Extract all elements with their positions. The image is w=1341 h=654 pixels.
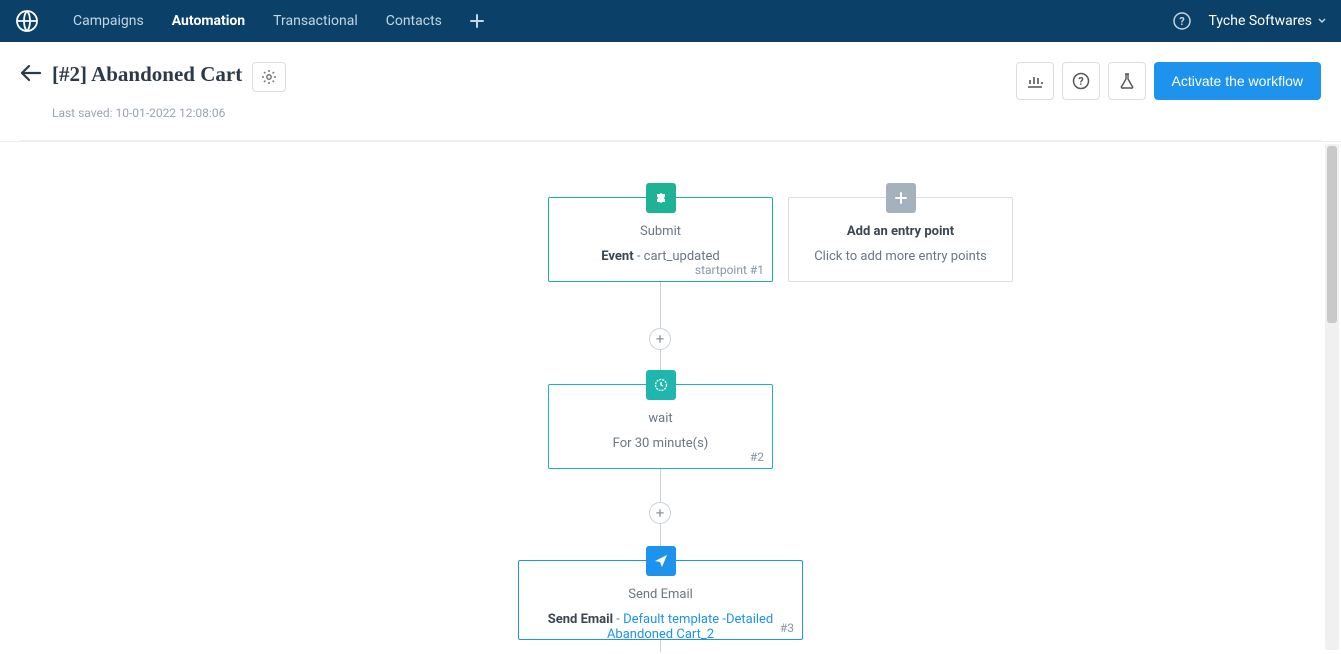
scrollbar[interactable] xyxy=(1325,144,1339,650)
puzzle-icon xyxy=(646,183,676,213)
add-step-button[interactable]: + xyxy=(649,328,671,350)
topbar-right: ? Tyche Softwares xyxy=(1173,12,1326,30)
node-submit-title: Submit xyxy=(561,224,760,239)
top-navbar: Campaigns Automation Transactional Conta… xyxy=(0,0,1341,42)
gear-icon xyxy=(261,69,277,85)
nav-list: Campaigns Automation Transactional Conta… xyxy=(59,0,498,42)
svg-text:?: ? xyxy=(1179,15,1185,28)
node-wait-id: #2 xyxy=(750,450,764,464)
clock-icon xyxy=(646,370,676,400)
nav-contacts[interactable]: Contacts xyxy=(372,0,456,42)
node-email-title: Send Email xyxy=(531,587,790,602)
node-submit[interactable]: Submit Event - cart_updated startpoint #… xyxy=(548,197,773,282)
stats-button[interactable] xyxy=(1016,62,1054,100)
last-saved-text: Last saved: 10-01-2022 12:08:06 xyxy=(0,106,1341,140)
nav-add-button[interactable] xyxy=(456,0,498,42)
nav-campaigns[interactable]: Campaigns xyxy=(59,0,158,42)
svg-text:?: ? xyxy=(1078,75,1084,88)
node-submit-id: startpoint #1 xyxy=(695,263,764,277)
node-entry-title: Add an entry point xyxy=(801,224,1000,239)
node-wait-title: wait xyxy=(561,411,760,426)
user-name: Tyche Softwares xyxy=(1209,13,1312,29)
help-button[interactable]: ? xyxy=(1062,62,1100,100)
plus-icon xyxy=(886,183,916,213)
send-icon xyxy=(646,546,676,576)
add-step-button[interactable]: + xyxy=(649,502,671,524)
template-link[interactable]: Default template -Detailed Abandoned Car… xyxy=(607,612,773,642)
user-menu[interactable]: Tyche Softwares xyxy=(1209,13,1326,29)
node-submit-event: Event - cart_updated xyxy=(561,249,760,264)
node-add-entry[interactable]: Add an entry point Click to add more ent… xyxy=(788,197,1013,282)
brand-logo-icon[interactable] xyxy=(15,9,39,33)
workflow-canvas-wrapper: Submit Event - cart_updated startpoint #… xyxy=(0,142,1341,652)
node-entry-subtitle: Click to add more entry points xyxy=(801,249,1000,264)
chart-icon xyxy=(1027,74,1043,88)
flask-icon xyxy=(1120,73,1134,89)
activate-workflow-button[interactable]: Activate the workflow xyxy=(1154,62,1322,100)
node-wait[interactable]: wait For 30 minute(s) #2 xyxy=(548,384,773,469)
nav-transactional[interactable]: Transactional xyxy=(259,0,372,42)
node-wait-subtitle: For 30 minute(s) xyxy=(561,436,760,451)
node-send-email[interactable]: Send Email Send Email - Default template… xyxy=(518,560,803,640)
page-title: [#2] Abandoned Cart xyxy=(52,62,242,87)
scrollbar-thumb[interactable] xyxy=(1327,146,1337,323)
divider xyxy=(20,140,1321,141)
chevron-down-icon xyxy=(1318,17,1326,25)
connector-line xyxy=(660,640,661,652)
workflow-canvas[interactable]: Submit Event - cart_updated startpoint #… xyxy=(0,142,1341,652)
node-email-details: Send Email - Default template -Detailed … xyxy=(531,612,790,642)
header-actions: ? Activate the workflow xyxy=(1016,62,1322,100)
question-icon: ? xyxy=(1072,72,1090,90)
page-header: [#2] Abandoned Cart ? Activate the workf… xyxy=(0,42,1341,142)
help-icon[interactable]: ? xyxy=(1173,12,1191,30)
node-email-id: #3 xyxy=(780,621,794,635)
nav-automation[interactable]: Automation xyxy=(158,0,259,42)
settings-button[interactable] xyxy=(252,62,286,92)
back-button[interactable] xyxy=(20,64,42,86)
test-button[interactable] xyxy=(1108,62,1146,100)
